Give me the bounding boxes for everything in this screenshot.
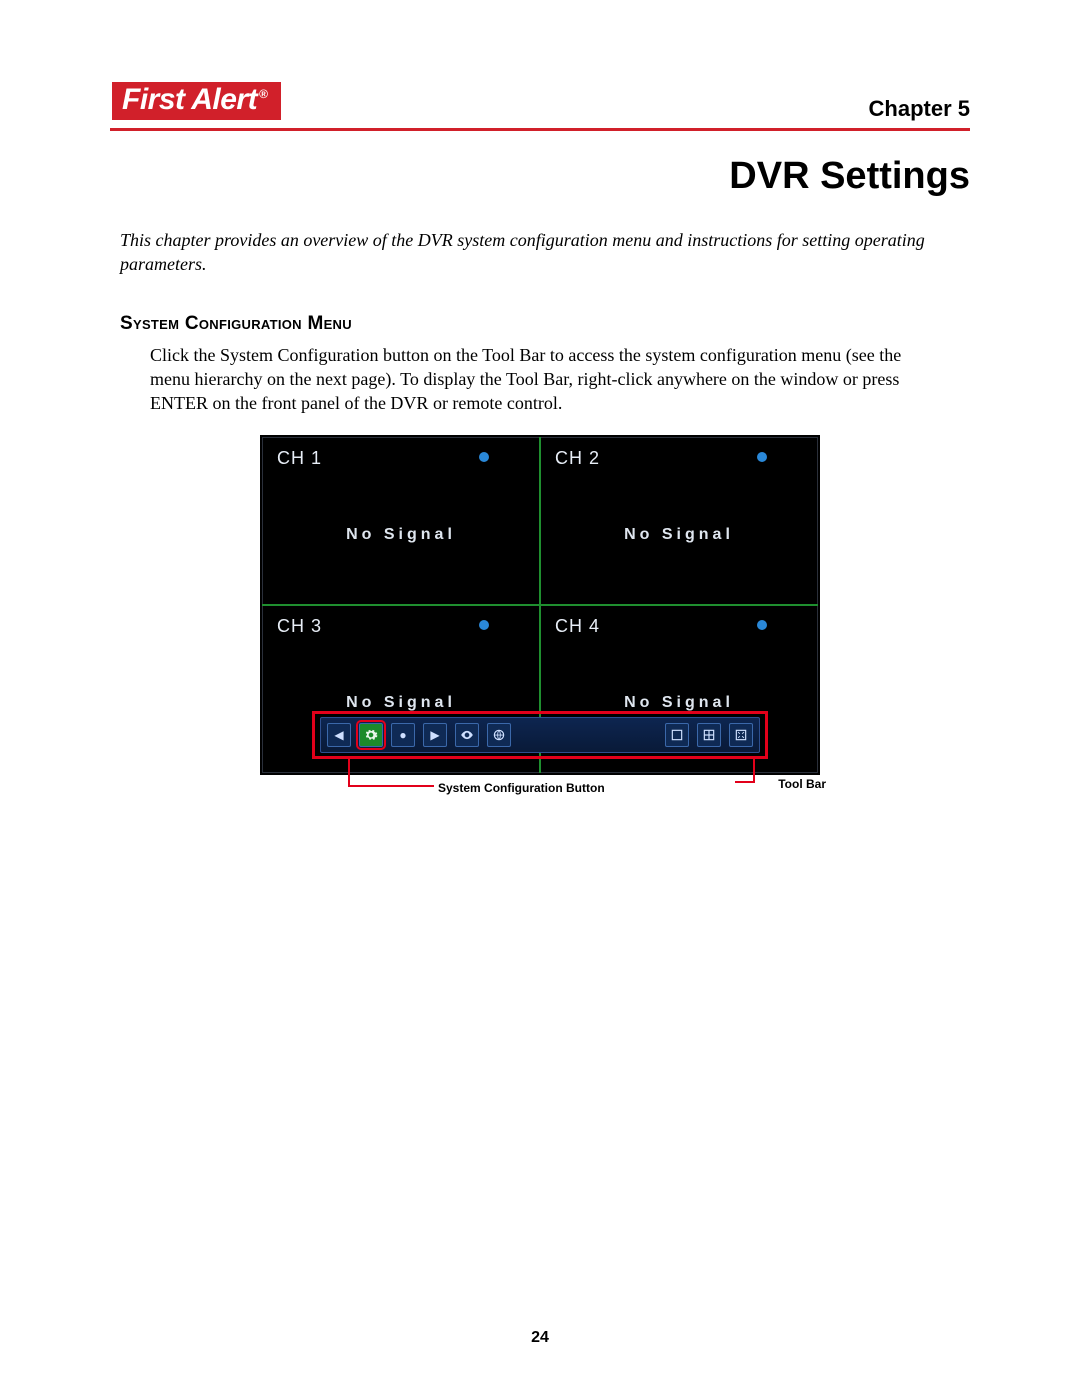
page-number: 24	[0, 1329, 1080, 1347]
record-button[interactable]: ●	[391, 723, 415, 747]
section-heading: System Configuration Menu	[120, 313, 970, 335]
ptz-button[interactable]	[487, 723, 511, 747]
play-icon: ▶	[430, 729, 439, 741]
header-divider	[110, 128, 970, 131]
quad-view-icon	[702, 728, 716, 742]
chapter-label: Chapter 5	[869, 96, 970, 122]
channel-quadrant-1: CH 1 No Signal	[262, 437, 540, 605]
section-body: Click the System Configuration button on…	[150, 343, 940, 416]
page-title: DVR Settings	[110, 155, 970, 198]
callout-toolbar: Tool Bar	[778, 777, 826, 791]
channel-quadrant-2: CH 2 No Signal	[540, 437, 818, 605]
preview-button[interactable]	[455, 723, 479, 747]
dvr-toolbar: ◀ ● ▶	[320, 717, 760, 753]
single-view-button[interactable]	[665, 723, 689, 747]
toolbar-collapse-button[interactable]: ◀	[327, 723, 351, 747]
record-icon: ●	[399, 729, 406, 741]
brand-logo: First Alert®	[110, 80, 283, 122]
no-signal-text: No Signal	[624, 526, 734, 544]
callout-leader-right	[753, 757, 755, 783]
callout-leader-left	[348, 757, 350, 787]
dvr-figure: CH 1 No Signal CH 2 No Signal CH 3 No Si…	[260, 435, 820, 835]
no-signal-text: No Signal	[624, 694, 734, 712]
brand-logo-text: First Alert	[122, 83, 257, 116]
figure-callouts: System Configuration Button Tool Bar	[260, 775, 820, 835]
no-signal-text: No Signal	[346, 694, 456, 712]
fullscreen-icon	[734, 728, 748, 742]
chevron-left-icon: ◀	[334, 729, 343, 741]
dvr-screen: CH 1 No Signal CH 2 No Signal CH 3 No Si…	[260, 435, 820, 775]
intro-paragraph: This chapter provides an overview of the…	[120, 228, 960, 277]
gear-icon	[364, 728, 378, 742]
callout-config-button: System Configuration Button	[438, 781, 605, 795]
fullscreen-button[interactable]	[729, 723, 753, 747]
play-button[interactable]: ▶	[423, 723, 447, 747]
single-view-icon	[670, 728, 684, 742]
no-signal-text: No Signal	[346, 526, 456, 544]
eye-icon	[460, 728, 474, 742]
page-header: First Alert® Chapter 5	[110, 80, 970, 122]
registered-mark: ®	[259, 87, 267, 101]
system-configuration-button[interactable]	[359, 723, 383, 747]
globe-icon	[492, 728, 506, 742]
quad-view-button[interactable]	[697, 723, 721, 747]
